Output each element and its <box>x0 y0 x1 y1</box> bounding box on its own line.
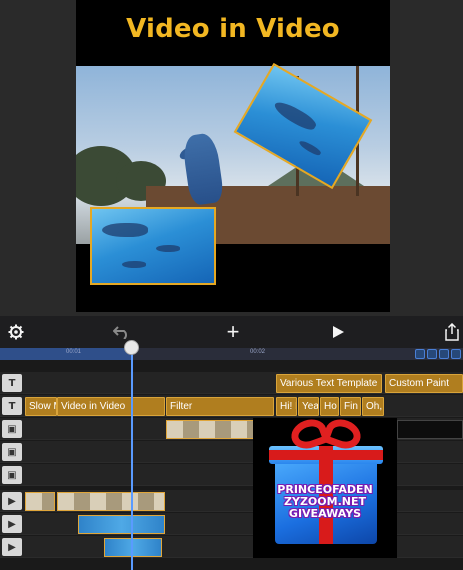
video-track-icon[interactable]: ▶ <box>2 538 22 556</box>
pip-video-clip[interactable] <box>104 538 162 557</box>
gear-icon <box>8 324 24 340</box>
text-clip[interactable]: Custom Paint <box>385 374 463 393</box>
playhead-line[interactable] <box>131 348 133 570</box>
text-track-2: T Slow M Video in Video Filter Hi! I Yea… <box>0 395 463 417</box>
gift-ribbon <box>269 450 383 460</box>
giveaway-overlay-image: PRINCEOFADEN ZYZOOM.NET GIVEAWAYS <box>253 414 397 558</box>
share-button[interactable] <box>440 320 463 344</box>
video-clip[interactable] <box>25 492 55 511</box>
text-clip[interactable]: Ho <box>320 397 339 416</box>
text-clip[interactable]: Oh, <box>362 397 384 416</box>
text-clip[interactable]: Video in Video <box>57 397 165 416</box>
text-track-icon[interactable]: T <box>2 397 22 415</box>
text-clip[interactable]: Filter <box>166 397 274 416</box>
video-track-icon[interactable]: ▶ <box>2 515 22 533</box>
add-media-button[interactable]: + <box>221 320 245 344</box>
settings-button[interactable] <box>4 320 28 344</box>
fish <box>122 261 146 268</box>
preview-area: Video in Video <box>0 0 463 316</box>
media-track-icon[interactable]: ▣ <box>2 466 22 484</box>
zoom-in-icon[interactable] <box>451 349 461 359</box>
pip-video-bottom[interactable] <box>90 207 216 285</box>
playhead-handle[interactable] <box>124 340 139 355</box>
image-track-icon[interactable]: ▣ <box>2 420 22 438</box>
undo-arrow-icon <box>113 326 127 339</box>
zoom-out-icon[interactable] <box>439 349 449 359</box>
video-clip[interactable] <box>57 492 165 511</box>
text-clip[interactable]: Various Text Template <box>276 374 382 393</box>
play-button[interactable] <box>326 320 350 344</box>
media-track-icon[interactable]: ▣ <box>2 443 22 461</box>
share-icon <box>445 323 459 341</box>
fish <box>102 223 148 237</box>
video-title-text: Video in Video <box>126 14 340 44</box>
paint-clip[interactable] <box>397 420 463 439</box>
timeline-ruler[interactable]: 00:01 00:02 <box>0 348 463 360</box>
play-icon <box>333 326 344 338</box>
text-track-icon[interactable]: T <box>2 374 22 392</box>
prev-marker-icon[interactable] <box>415 349 425 359</box>
zoom-controls <box>415 348 461 360</box>
fish <box>297 138 323 157</box>
fish <box>271 98 319 134</box>
text-clip[interactable]: Yea <box>298 397 319 416</box>
fish <box>156 245 180 252</box>
next-marker-icon[interactable] <box>427 349 437 359</box>
text-clip[interactable]: Fin <box>340 397 361 416</box>
giveaway-text: PRINCEOFADEN ZYZOOM.NET GIVEAWAYS <box>257 484 393 520</box>
video-editor-app: Video in Video + 00:01 00:02 T Various T… <box>0 0 463 570</box>
text-clip[interactable]: Hi! I <box>276 397 297 416</box>
ruler-tick-label: 00:01 <box>66 349 82 355</box>
ruler-tick-label: 00:02 <box>250 349 266 355</box>
image-clip[interactable] <box>166 420 256 439</box>
pip-video-clip[interactable] <box>78 515 165 534</box>
text-track-1: T Various Text Template Custom Paint <box>0 372 463 394</box>
editor-toolbar: + <box>0 316 463 348</box>
text-clip[interactable]: Slow M <box>25 397 57 416</box>
video-track-icon[interactable]: ▶ <box>2 492 22 510</box>
preview-canvas[interactable]: Video in Video <box>76 0 390 312</box>
giveaway-line: GIVEAWAYS <box>288 507 362 520</box>
